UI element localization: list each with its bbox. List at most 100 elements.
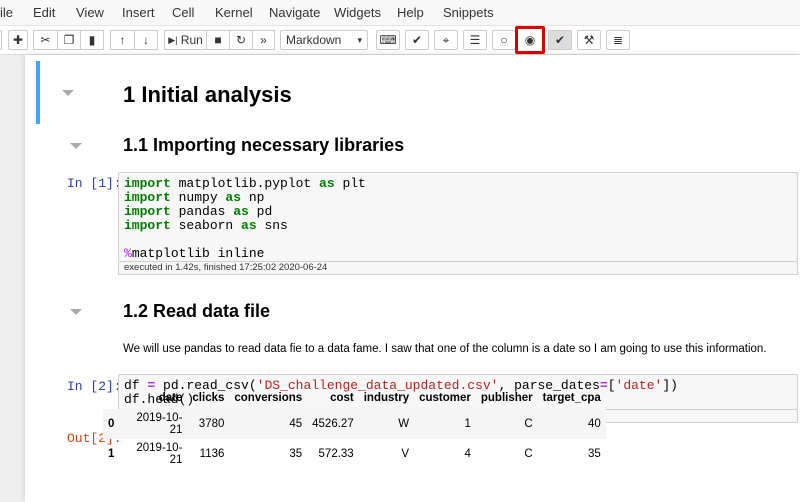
table-cell: W [398,418,410,430]
input-prompt: In [1]: [67,176,122,191]
table-cell: 1136 [199,448,225,460]
github-icon: ○ [500,33,508,47]
code-token: as [241,218,257,233]
menu-cell[interactable]: Cell [172,5,194,20]
toolbar: ✚ ✂ ❐ ▮ ↑ ↓ ▶| Run ■ ↻ » Markdown ▾ ⌨ ✔ ⌖… [0,26,800,55]
code-token: seaborn [170,218,242,233]
code-token: pd [248,204,273,219]
table-cell: 572.33 [318,448,354,460]
code-token: matplotlib inline [131,246,265,261]
cell-type-value: Markdown [286,33,342,47]
number-headings-button[interactable]: ☰ [463,30,487,50]
code-token: ]) [662,378,678,393]
table-cell: 40 [588,418,601,430]
row-index: 0 [108,418,115,430]
table-cell: 4 [464,448,471,460]
gavel-icon: ⚒ [583,33,595,47]
column-header: conversions [234,392,303,404]
markdown-text: We will use pandas to read data fie to a… [123,343,767,355]
collapse-heading-icon[interactable] [70,309,82,315]
command-palette-button[interactable]: ⌨ [376,30,400,50]
code-token: import [124,190,171,205]
column-header [103,387,119,409]
run-button[interactable]: ▶| Run [164,30,207,50]
collapse-heading-icon[interactable] [70,143,82,149]
save-button[interactable] [0,30,2,50]
column-header: date [158,392,183,404]
menu-help[interactable]: Help [397,5,424,20]
code-input[interactable]: import matplotlib.pyplot as plt import n… [118,172,798,262]
paste-button[interactable]: ▮ [80,30,104,50]
heading-initial-analysis: 1 Initial analysis [123,82,292,107]
table-cell: 35 [289,448,303,460]
list-ol-icon: ☰ [469,33,481,47]
code-token: plt [334,176,366,191]
step-icon: ▶| [168,34,178,45]
arrow-down-icon: ↓ [143,33,149,47]
menu-insert[interactable]: Insert [122,5,155,20]
column-header: publisher [480,392,533,404]
execute-time-button[interactable]: ⚒ [577,30,601,50]
code-token: as [319,176,335,191]
table-cell: C [524,418,533,430]
spellcheck-button[interactable]: ✔ [548,30,572,50]
code-token: sns [256,218,288,233]
column-header: target_cpa [542,392,601,404]
menu-edit[interactable]: Edit [33,5,55,20]
heading-read-data-file: 1.2 Read data file [123,301,271,321]
menu-view[interactable]: View [76,5,104,20]
restart-button[interactable]: ↻ [229,30,253,50]
table-cell: 4526.27 [312,418,354,430]
collapse-heading-icon[interactable] [62,90,74,96]
table-cell: 35 [588,448,601,460]
dataframe-table: date clicks conversions cost industry cu… [103,387,606,469]
menu-navigate[interactable]: Navigate [269,5,320,20]
menu-file[interactable]: ile [0,5,13,20]
checkpoint-button[interactable]: ✔ [405,30,429,50]
chevron-down-icon: ▾ [357,34,362,45]
code-token: % [124,246,132,261]
move-up-button[interactable]: ↑ [110,30,135,50]
cut-button[interactable]: ✂ [33,30,58,50]
arrow-up-icon: ↑ [119,33,126,47]
code-token: numpy [170,190,226,205]
column-header: clicks [192,392,225,404]
table-header-row: date clicks conversions cost industry cu… [103,387,606,409]
table-cell: 3780 [198,418,225,430]
column-header: customer [419,392,471,404]
copy-button[interactable]: ❐ [57,30,81,50]
collapsible-headings-button[interactable]: ≣ [606,30,630,50]
copy-icon: ❐ [63,33,75,47]
code-token: as [233,204,249,219]
interrupt-button[interactable]: ■ [206,30,230,50]
code-token: matplotlib.pyplot [170,176,320,191]
move-down-button[interactable]: ↓ [134,30,158,50]
code-token: import [124,204,171,219]
column-header: industry [363,392,410,404]
stop-icon: ■ [214,33,222,47]
menu-kernel[interactable]: Kernel [215,5,253,20]
run-all-button[interactable]: » [252,30,275,50]
table-cell: 1 [464,418,471,430]
code-token: np [241,190,265,205]
code-token: as [225,190,242,205]
restart-icon: ↻ [235,33,247,47]
table-cell: 2019-10-21 [136,412,183,436]
cell-type-select[interactable]: Markdown ▾ [280,30,368,50]
table-cell: V [401,448,410,460]
table-row: 0 2019-10-21 3780 45 4526.27 W 1 C 40 [103,409,606,439]
code-token: pandas [170,204,234,219]
table-cell: C [524,448,533,460]
menu-snippets[interactable]: Snippets [443,5,494,20]
fast-forward-icon: » [260,33,267,47]
check-icon: ✔ [411,33,423,47]
toc-button[interactable]: ⌖ [434,30,458,50]
insert-cell-button[interactable]: ✚ [8,30,28,50]
list-icon: ≣ [612,33,624,47]
hide-input-button[interactable]: ◉ [515,26,545,54]
execution-time: executed in 1.42s, finished 17:25:02 202… [118,262,798,275]
column-header: cost [330,392,354,404]
menu-widgets[interactable]: Widgets [334,5,381,20]
github-button[interactable]: ○ [492,30,516,50]
plus-icon: ✚ [12,33,24,47]
